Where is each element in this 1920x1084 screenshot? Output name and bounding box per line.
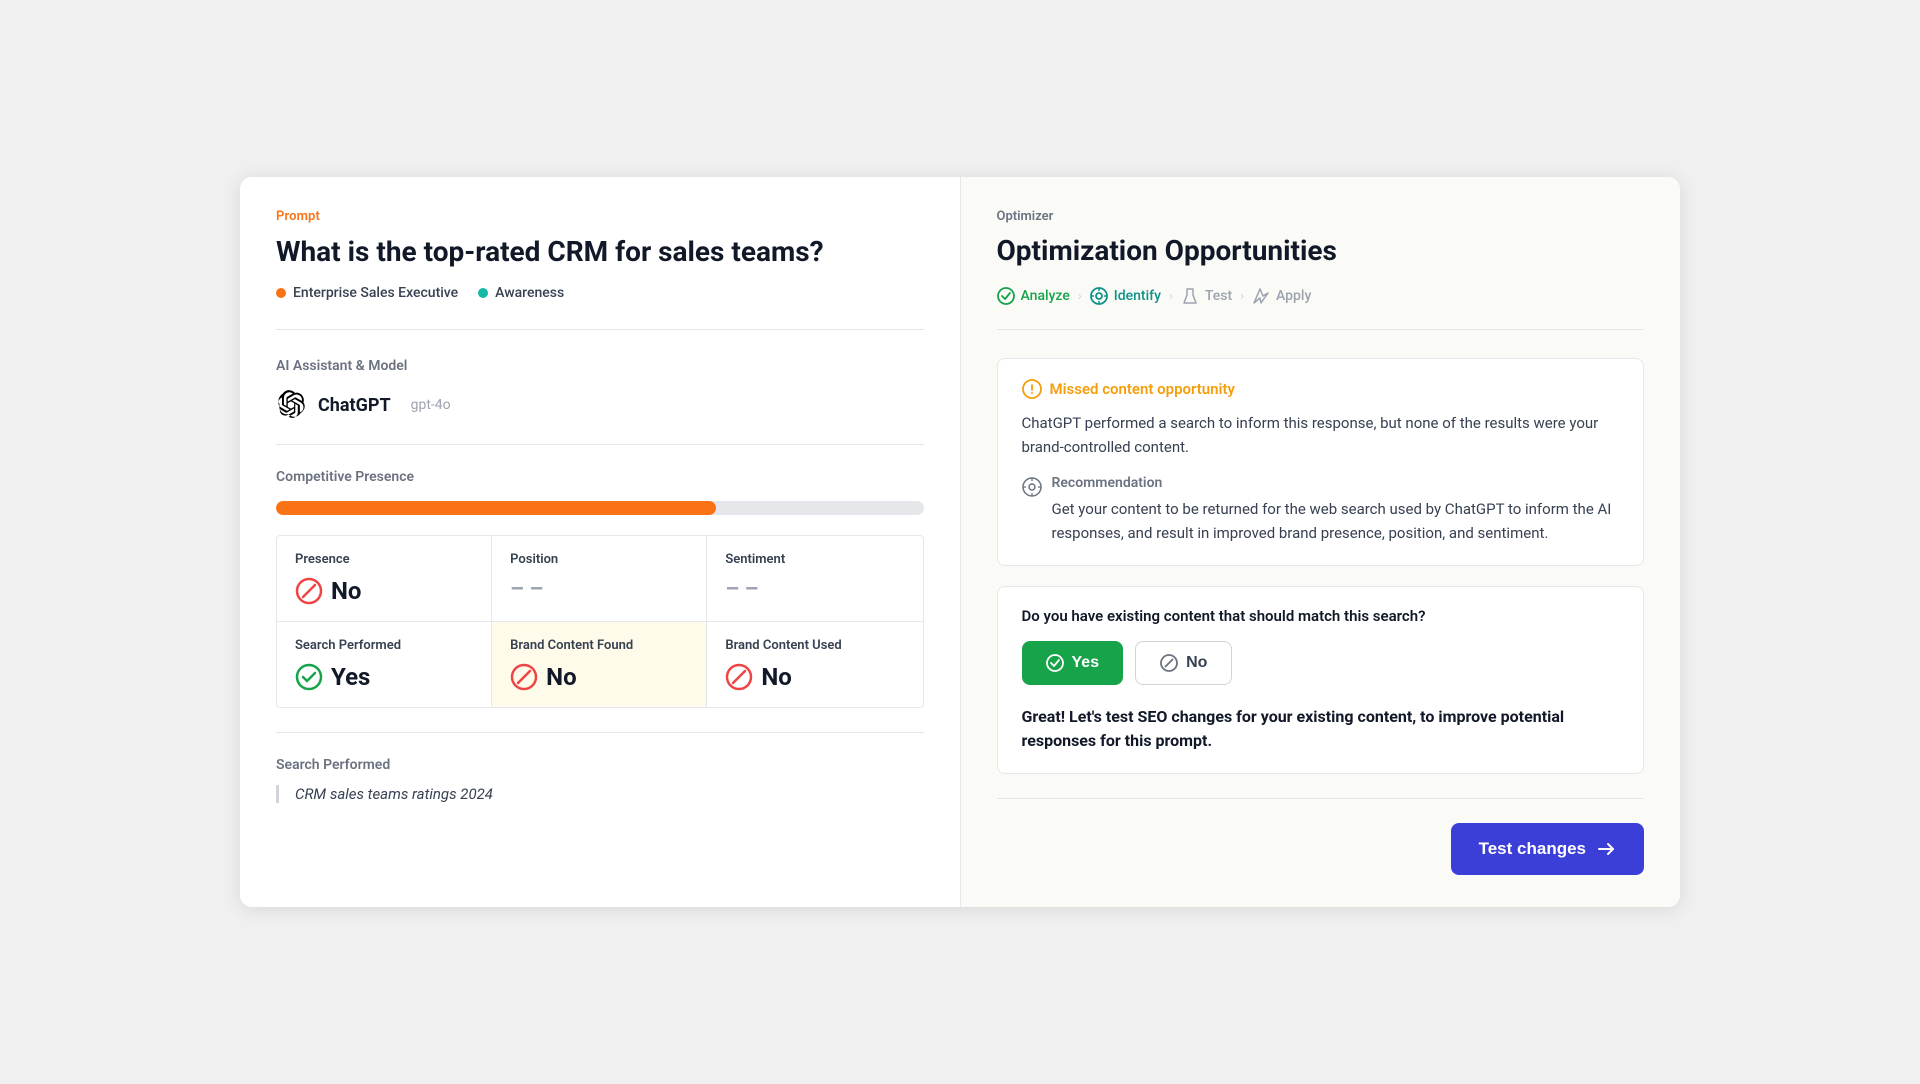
test-changes-button[interactable]: Test changes xyxy=(1451,823,1644,875)
tag-enterprise: Enterprise Sales Executive xyxy=(276,285,458,301)
step-apply[interactable]: Apply xyxy=(1252,287,1311,305)
metric-sentiment-value: – – xyxy=(725,577,904,602)
chevron-1: › xyxy=(1078,289,1082,304)
recommendation-text: Get your content to be returned for the … xyxy=(1052,497,1620,545)
bottom-bar: Test changes xyxy=(997,798,1645,875)
metrics-grid: Presence No Position – – xyxy=(276,535,924,708)
tag-dot-orange xyxy=(276,288,286,298)
yes-button[interactable]: Yes xyxy=(1022,641,1124,685)
presence-section-title: Competitive Presence xyxy=(276,469,924,485)
recommendation-content: Recommendation Get your content to be re… xyxy=(1052,475,1620,545)
step-analyze[interactable]: Analyze xyxy=(997,287,1070,305)
tag-awareness-label: Awareness xyxy=(495,285,564,301)
recommendation-label: Recommendation xyxy=(1052,475,1620,491)
arrow-right-icon xyxy=(1596,839,1616,859)
no-button[interactable]: No xyxy=(1135,641,1232,685)
metric-presence: Presence No xyxy=(277,536,492,622)
ai-model-row: ChatGPT gpt-4o xyxy=(276,390,924,420)
metric-sentiment: Sentiment – – xyxy=(707,536,922,622)
search-query: CRM sales teams ratings 2024 xyxy=(276,785,924,803)
step-apply-label: Apply xyxy=(1276,288,1311,304)
result-text: Great! Let's test SEO changes for your e… xyxy=(1022,705,1620,753)
no-button-label: No xyxy=(1186,654,1207,672)
test-changes-label: Test changes xyxy=(1479,839,1586,859)
opportunity-block: Missed content opportunity ChatGPT perfo… xyxy=(997,358,1645,566)
metric-brand-used-label: Brand Content Used xyxy=(725,638,904,653)
yes-button-label: Yes xyxy=(1072,654,1100,672)
metric-brand-found-label: Brand Content Found xyxy=(510,638,688,653)
chevron-3: › xyxy=(1240,289,1244,304)
metric-presence-label: Presence xyxy=(295,552,473,567)
recommendation-icon xyxy=(1022,477,1042,497)
progress-bar-fill xyxy=(276,501,716,515)
tag-enterprise-label: Enterprise Sales Executive xyxy=(293,285,458,301)
prompt-label: Prompt xyxy=(276,209,924,224)
yes-check-icon xyxy=(1046,654,1064,672)
step-identify-label: Identify xyxy=(1114,288,1161,304)
metric-brand-content-found: Brand Content Found No xyxy=(492,622,707,707)
recommendation-row: Recommendation Get your content to be re… xyxy=(1022,475,1620,545)
left-panel: Prompt What is the top-rated CRM for sal… xyxy=(240,177,961,907)
search-section-label: Search Performed xyxy=(276,757,924,773)
metric-search-value: Yes xyxy=(295,663,473,691)
no-circle-icon xyxy=(1160,654,1178,672)
metric-search-label: Search Performed xyxy=(295,638,473,653)
tag-dot-teal xyxy=(478,288,488,298)
no-icon-presence xyxy=(295,577,323,605)
metric-search-performed: Search Performed Yes xyxy=(277,622,492,707)
search-section: Search Performed CRM sales teams ratings… xyxy=(276,757,924,803)
yes-icon-search xyxy=(295,663,323,691)
opportunity-header: Missed content opportunity xyxy=(1022,379,1620,399)
progress-bar-wrap xyxy=(276,501,924,515)
no-icon-brand-used xyxy=(725,663,753,691)
metric-position-value: – – xyxy=(510,577,688,602)
metric-position: Position – – xyxy=(492,536,707,622)
ai-version: gpt-4o xyxy=(411,397,451,413)
chatgpt-icon xyxy=(276,390,306,420)
step-identify[interactable]: Identify xyxy=(1090,287,1161,305)
warning-icon xyxy=(1022,379,1042,399)
metric-brand-found-value: No xyxy=(510,663,688,691)
right-panel: Optimizer Optimization Opportunities Ana… xyxy=(961,177,1681,907)
presence-section: Competitive Presence Presence No xyxy=(276,469,924,733)
optimizer-label: Optimizer xyxy=(997,209,1645,224)
no-icon-brand-found xyxy=(510,663,538,691)
metric-sentiment-label: Sentiment xyxy=(725,552,904,567)
ai-section: AI Assistant & Model ChatGPT gpt-4o xyxy=(276,358,924,445)
apply-icon xyxy=(1252,287,1270,305)
steps-row: Analyze › Identify › xyxy=(997,287,1645,330)
metric-position-label: Position xyxy=(510,552,688,567)
identify-icon xyxy=(1090,287,1108,305)
test-icon xyxy=(1181,287,1199,305)
metric-brand-content-used: Brand Content Used No xyxy=(707,622,922,707)
opportunity-title: Missed content opportunity xyxy=(1050,380,1235,398)
optimizer-title: Optimization Opportunities xyxy=(997,234,1645,267)
metric-presence-value: No xyxy=(295,577,473,605)
ai-name: ChatGPT xyxy=(318,395,391,416)
analyze-check-icon xyxy=(997,287,1015,305)
tag-awareness: Awareness xyxy=(478,285,564,301)
chevron-2: › xyxy=(1169,289,1173,304)
yn-row: Yes No xyxy=(1022,641,1620,685)
question-text: Do you have existing content that should… xyxy=(1022,607,1620,625)
ai-section-title: AI Assistant & Model xyxy=(276,358,924,374)
opportunity-text: ChatGPT performed a search to inform thi… xyxy=(1022,411,1620,459)
metric-brand-used-value: No xyxy=(725,663,904,691)
step-test-label: Test xyxy=(1205,288,1232,304)
step-test[interactable]: Test xyxy=(1181,287,1232,305)
step-analyze-label: Analyze xyxy=(1021,288,1070,304)
prompt-title: What is the top-rated CRM for sales team… xyxy=(276,234,924,269)
tags-row: Enterprise Sales Executive Awareness xyxy=(276,285,924,330)
question-block: Do you have existing content that should… xyxy=(997,586,1645,774)
